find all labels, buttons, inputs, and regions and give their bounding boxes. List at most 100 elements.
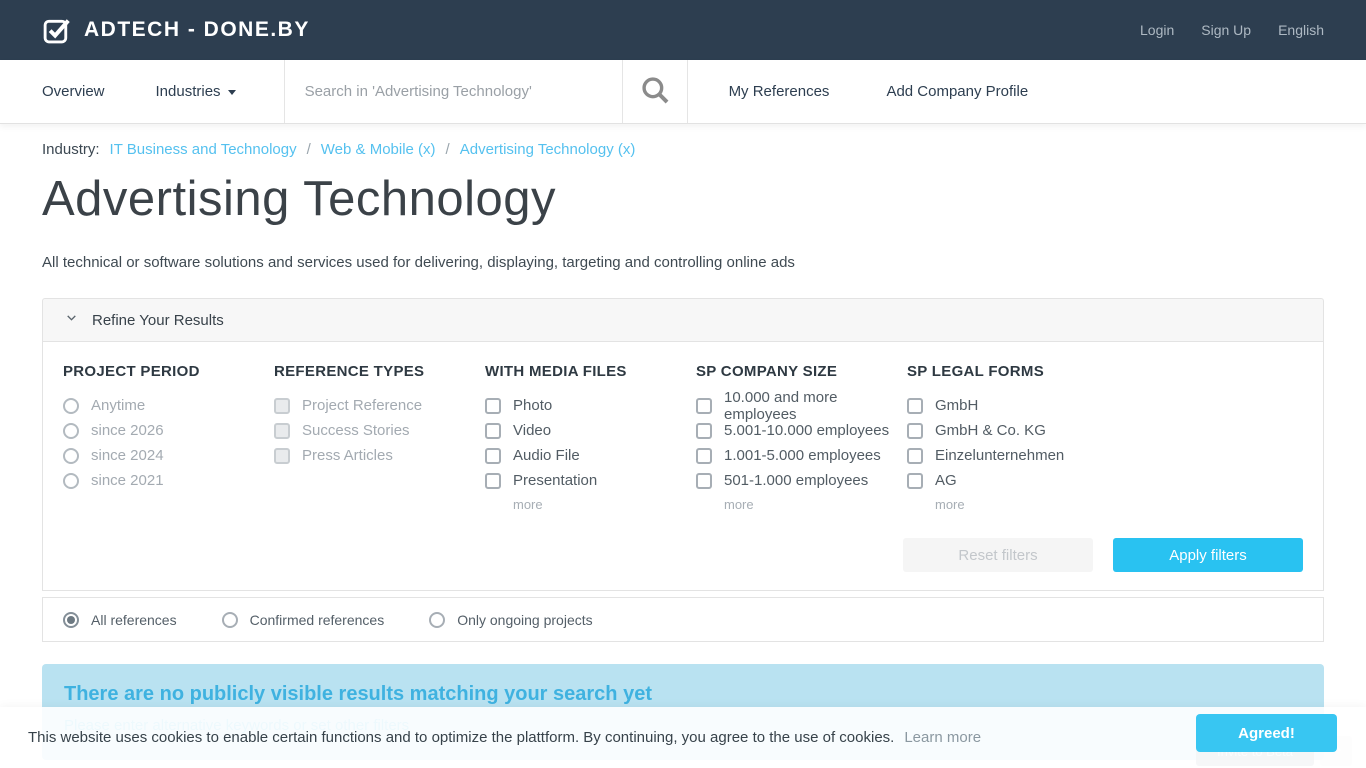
filter-option[interactable]: Audio File	[485, 447, 696, 464]
radio-control[interactable]	[429, 612, 445, 628]
filter-option[interactable]: since 2026	[63, 422, 274, 439]
breadcrumb-link[interactable]: IT Business and Technology	[110, 141, 297, 158]
learn-more-link[interactable]: Learn more	[904, 729, 981, 746]
chevron-down-icon	[65, 311, 78, 329]
filter-option-label: Success Stories	[302, 422, 410, 439]
nav-overview-label: Overview	[42, 83, 105, 100]
view-option-label: Only ongoing projects	[457, 612, 592, 628]
filter-option-label: Photo	[513, 397, 552, 414]
filter-option[interactable]: Photo	[485, 397, 696, 414]
no-results-title: There are no publicly visible results ma…	[64, 683, 1302, 706]
more-link[interactable]: more	[935, 497, 1303, 512]
filter-column-sp-legal-forms: SP LEGAL FORMSGmbHGmbH & Co. KGEinzelunt…	[907, 363, 1303, 512]
filter-option[interactable]: 5.001-10.000 employees	[696, 422, 907, 439]
filter-option[interactable]: since 2021	[63, 472, 274, 489]
radio-control[interactable]	[63, 423, 79, 439]
filter-option[interactable]: Presentation	[485, 472, 696, 489]
filter-option[interactable]: Video	[485, 422, 696, 439]
caret-down-icon	[228, 90, 236, 95]
view-option[interactable]: Confirmed references	[222, 611, 385, 628]
nav-item-overview[interactable]: Overview	[42, 60, 105, 123]
checkbox-control[interactable]	[907, 448, 923, 464]
checkbox-control[interactable]	[274, 398, 290, 414]
filter-option[interactable]: Einzelunternehmen	[907, 447, 1303, 464]
cookie-message: This website uses cookies to enable cert…	[28, 729, 894, 746]
filter-option-label: GmbH & Co. KG	[935, 422, 1046, 439]
brand-text: ADTECH - DONE.BY	[84, 18, 310, 42]
nav-item-my-references[interactable]: My References	[729, 60, 830, 123]
more-link[interactable]: more	[724, 497, 907, 512]
filter-option-label: 10.000 and more employees	[724, 389, 907, 423]
filter-option[interactable]: Press Articles	[274, 447, 485, 464]
filter-option-label: Presentation	[513, 472, 597, 489]
checkbox-control[interactable]	[485, 423, 501, 439]
search-input[interactable]	[285, 60, 622, 123]
filter-option[interactable]: since 2024	[63, 447, 274, 464]
filter-option-label: since 2021	[91, 472, 164, 489]
checkbox-control[interactable]	[696, 473, 712, 489]
main-nav: Overview Industries My References Add Co…	[0, 60, 1366, 124]
refine-panel: Refine Your Results PROJECT PERIOD Anytim…	[42, 298, 1324, 642]
topbar-link-sign-up[interactable]: Sign Up	[1201, 22, 1251, 38]
checkbox-control[interactable]	[907, 473, 923, 489]
cookie-consent-bar: This website uses cookies to enable cert…	[0, 707, 1366, 768]
filter-option[interactable]: GmbH & Co. KG	[907, 422, 1303, 439]
nav-item-industries[interactable]: Industries	[156, 60, 236, 123]
filter-option[interactable]: Success Stories	[274, 422, 485, 439]
search-icon	[638, 73, 672, 110]
refine-panel-header[interactable]: Refine Your Results	[42, 298, 1324, 342]
filter-option[interactable]: 10.000 and more employees	[696, 397, 907, 414]
filter-option[interactable]: GmbH	[907, 397, 1303, 414]
more-link[interactable]: more	[513, 497, 696, 512]
topbar-link-login[interactable]: Login	[1140, 22, 1174, 38]
breadcrumb-link[interactable]: Web & Mobile (x)	[321, 141, 436, 158]
view-option[interactable]: Only ongoing projects	[429, 611, 592, 628]
filter-option[interactable]: Project Reference	[274, 397, 485, 414]
breadcrumb-links: IT Business and Technology / Web & Mobile …	[110, 141, 636, 158]
filter-option[interactable]: Anytime	[63, 397, 274, 414]
page-title: Advertising Technology	[42, 171, 1324, 227]
refine-panel-title: Refine Your Results	[92, 312, 224, 329]
filter-column-title: PROJECT PERIOD	[63, 363, 274, 380]
search-button[interactable]	[622, 60, 687, 123]
checkbox-control[interactable]	[485, 473, 501, 489]
cookie-agree-button[interactable]: Agreed!	[1196, 714, 1337, 752]
filter-option-label: 1.001-5.000 employees	[724, 447, 881, 464]
checkbox-control[interactable]	[907, 398, 923, 414]
nav-item-add-company-profile[interactable]: Add Company Profile	[886, 60, 1028, 123]
topbar-link-english[interactable]: English	[1278, 22, 1324, 38]
breadcrumb-separator: /	[446, 141, 450, 158]
radio-control[interactable]	[222, 612, 238, 628]
filter-option[interactable]: 1.001-5.000 employees	[696, 447, 907, 464]
filter-buttons-row: Reset filters Apply filters	[63, 538, 1303, 572]
brand-logo[interactable]: ADTECH - DONE.BY	[42, 15, 310, 45]
radio-control[interactable]	[63, 448, 79, 464]
checkbox-control[interactable]	[485, 448, 501, 464]
reset-filters-button[interactable]: Reset filters	[903, 538, 1093, 572]
radio-control[interactable]	[63, 398, 79, 414]
filter-option[interactable]: AG	[907, 472, 1303, 489]
filter-option-label: Anytime	[91, 397, 145, 414]
checkbox-control[interactable]	[907, 423, 923, 439]
radio-control[interactable]	[63, 473, 79, 489]
filter-option-label: since 2024	[91, 447, 164, 464]
breadcrumb-label: Industry:	[42, 141, 100, 158]
apply-filters-button[interactable]: Apply filters	[1113, 538, 1303, 572]
view-option-label: All references	[91, 612, 177, 628]
checkbox-control[interactable]	[274, 423, 290, 439]
breadcrumb-link[interactable]: Advertising Technology (x)	[460, 141, 636, 158]
filter-option-label: GmbH	[935, 397, 978, 414]
view-option[interactable]: All references	[63, 611, 177, 628]
checkbox-control[interactable]	[696, 423, 712, 439]
checkbox-control[interactable]	[485, 398, 501, 414]
filter-option-label: Video	[513, 422, 551, 439]
filter-option-label: Audio File	[513, 447, 580, 464]
checkbox-control[interactable]	[696, 398, 712, 414]
checkbox-control[interactable]	[696, 448, 712, 464]
radio-control[interactable]	[63, 612, 79, 628]
checkbox-control[interactable]	[274, 448, 290, 464]
filter-option-label: since 2026	[91, 422, 164, 439]
breadcrumb: Industry: IT Business and Technology / Web…	[42, 141, 1324, 158]
filter-option[interactable]: 501-1.000 employees	[696, 472, 907, 489]
filter-option-label: Einzelunternehmen	[935, 447, 1064, 464]
